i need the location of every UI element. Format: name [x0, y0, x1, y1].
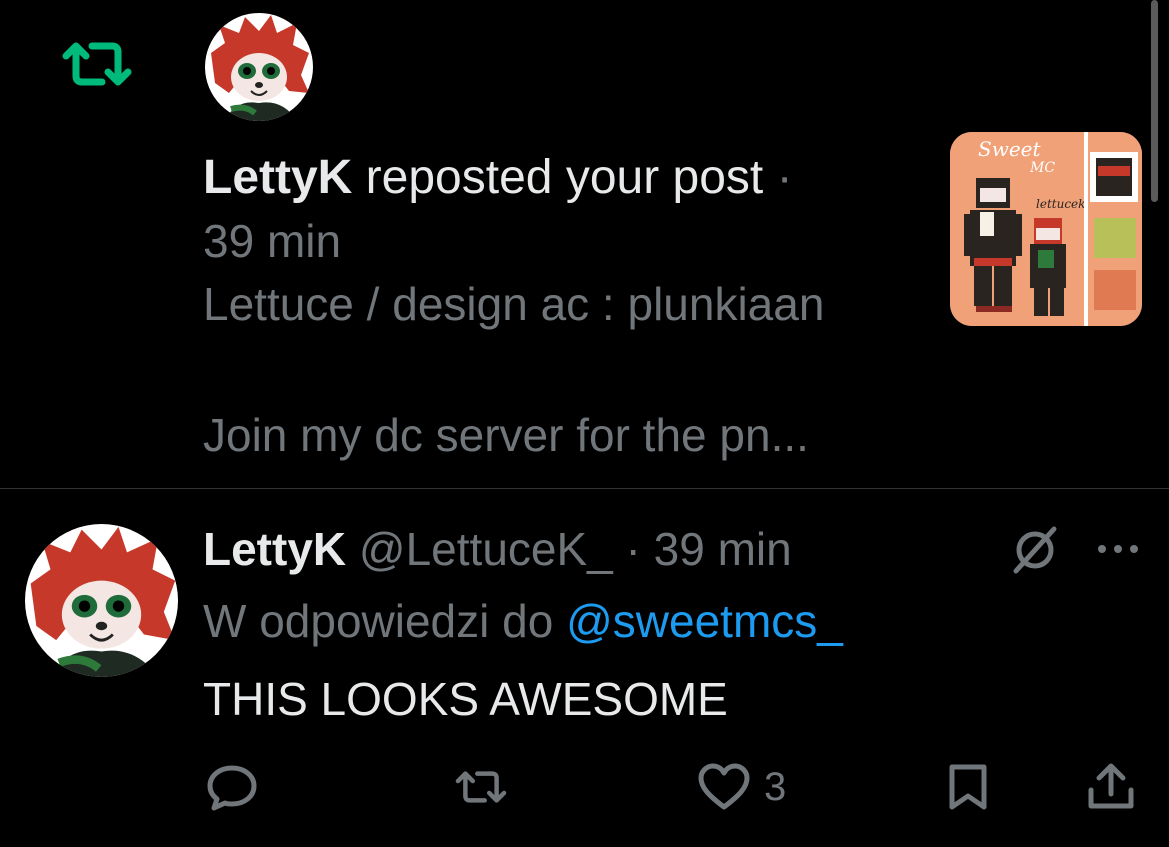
- share-icon: [1088, 763, 1134, 809]
- author-handle[interactable]: @LettuceK_: [359, 523, 613, 575]
- avatar[interactable]: [25, 524, 178, 677]
- tweet-text: THIS LOOKS AWESOME: [203, 673, 728, 725]
- notification-time: 39 min: [203, 215, 342, 267]
- author-name[interactable]: LettyK: [203, 523, 346, 575]
- heart-icon: [698, 763, 750, 810]
- post-thumbnail[interactable]: Sweet MC lettucek: [950, 132, 1142, 326]
- tweet-header: LettyK @LettuceK_ · 39 min: [203, 522, 792, 576]
- divider: [0, 488, 1169, 489]
- reply-button[interactable]: [205, 762, 259, 812]
- repost-icon: [62, 42, 132, 86]
- reply-icon: [207, 765, 257, 811]
- thumbnail-brand-sub: MC: [1029, 160, 1055, 176]
- reply-target-link[interactable]: @sweetmcs_: [566, 595, 843, 647]
- like-count: 3: [764, 764, 787, 809]
- bookmark-icon: [949, 764, 987, 810]
- bookmark-button[interactable]: [945, 762, 991, 812]
- notification-dot: ·: [763, 151, 793, 204]
- notification-action: reposted your post: [352, 151, 764, 204]
- post-snippet-line: Lettuce / design ac : plunkiaan: [203, 278, 825, 330]
- scrollbar[interactable]: [1151, 0, 1158, 202]
- repost-icon: [455, 771, 507, 803]
- thumbnail-signature: lettucek: [1036, 197, 1085, 211]
- notification-text: LettyK reposted your post ·: [203, 150, 793, 205]
- tweet-time[interactable]: 39 min: [654, 523, 792, 575]
- avatar[interactable]: [205, 13, 313, 121]
- like-button[interactable]: 3: [698, 762, 786, 812]
- post-snippet-line: Join my dc server for the pn...: [203, 409, 809, 461]
- header-separator: ·: [612, 523, 654, 575]
- reply-prefix: W odpowiedzi do: [203, 595, 567, 647]
- more-icon[interactable]: [1096, 538, 1140, 560]
- grok-icon[interactable]: [1010, 525, 1060, 575]
- replying-to: W odpowiedzi do @sweetmcs_: [203, 594, 843, 648]
- thumbnail-brand: Sweet: [978, 137, 1041, 161]
- share-button[interactable]: [1085, 762, 1137, 812]
- notification-user[interactable]: LettyK: [203, 151, 352, 204]
- repost-button[interactable]: [452, 762, 510, 812]
